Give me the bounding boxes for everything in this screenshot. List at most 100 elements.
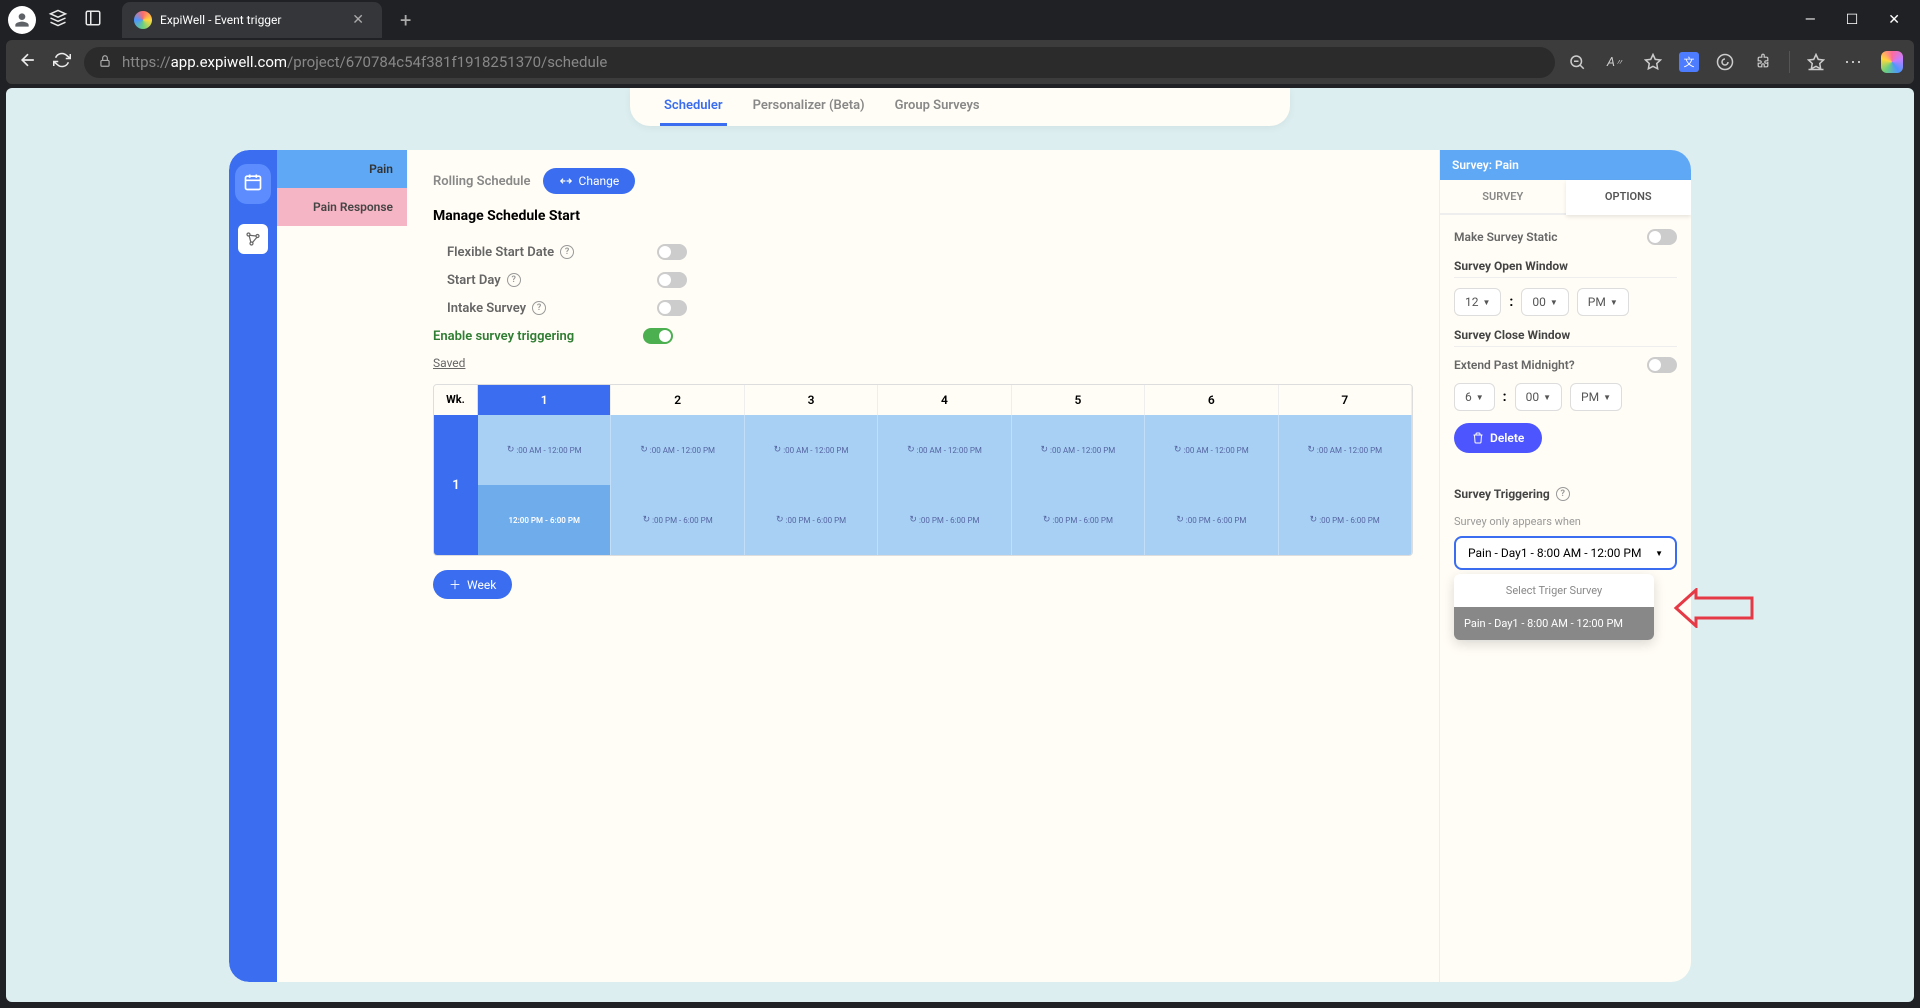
new-tab-button[interactable]: + [400, 8, 411, 32]
tab-personalizer[interactable]: Personalizer (Beta) [749, 88, 869, 126]
trigger-dropdown: Select Triger Survey Pain - Day1 - 8:00 … [1454, 574, 1654, 640]
intake-survey-label: Intake Survey? [447, 301, 546, 316]
start-day-toggle[interactable] [657, 272, 687, 288]
refresh-button[interactable] [50, 51, 74, 73]
appears-when-label: Survey only appears when [1454, 515, 1677, 528]
day-header-3[interactable]: 3 [745, 385, 878, 415]
layout-icon[interactable] [80, 5, 106, 35]
tab-title: ExpiWell - Event trigger [160, 13, 346, 27]
time-slot[interactable]: ↻:00 PM - 6:00 PM [878, 485, 1010, 555]
flexible-start-label: Flexible Start Date? [447, 245, 574, 260]
help-icon[interactable]: ? [532, 301, 546, 315]
open-minute-select[interactable]: 00▼ [1521, 288, 1568, 316]
browser-tab[interactable]: ExpiWell - Event trigger ✕ [122, 2, 382, 38]
sidebar-item-pain[interactable]: Pain [277, 150, 407, 188]
zoom-icon[interactable] [1565, 50, 1589, 74]
left-rail [229, 150, 277, 982]
make-static-label: Make Survey Static [1454, 230, 1558, 244]
more-icon[interactable]: ⋯ [1842, 50, 1866, 74]
flexible-start-toggle[interactable] [657, 244, 687, 260]
time-slot[interactable]: ↻:00 AM - 12:00 PM [1279, 415, 1411, 485]
close-icon[interactable]: ✕ [346, 10, 370, 30]
day-header-6[interactable]: 6 [1145, 385, 1278, 415]
extend-midnight-toggle[interactable] [1647, 357, 1677, 373]
maximize-button[interactable]: ☐ [1840, 10, 1865, 30]
close-minute-select[interactable]: 00▼ [1515, 383, 1562, 411]
extensions-icon[interactable] [1751, 50, 1775, 74]
time-slot[interactable]: ↻:00 AM - 12:00 PM [1012, 415, 1144, 485]
week-header: Wk. [434, 385, 478, 415]
profile-avatar[interactable] [8, 6, 36, 34]
time-slot-selected[interactable]: 12:00 PM - 6:00 PM [478, 485, 610, 555]
day-header-4[interactable]: 4 [878, 385, 1011, 415]
right-panel: Survey: Pain SURVEY OPTIONS Make Survey … [1439, 150, 1691, 982]
time-slot[interactable]: ↻:00 AM - 12:00 PM [1145, 415, 1277, 485]
sidebar-item-pain-response[interactable]: Pain Response [277, 188, 407, 226]
translate-icon[interactable]: 文 [1679, 52, 1699, 72]
time-slot[interactable]: ↻:00 AM - 12:00 PM [478, 415, 610, 485]
day-header-1[interactable]: 1 [478, 385, 611, 415]
time-slot[interactable]: ↻:00 PM - 6:00 PM [1145, 485, 1277, 555]
url-text: https://app.expiwell.com/project/670784c… [122, 53, 607, 71]
tab-options[interactable]: OPTIONS [1566, 180, 1692, 215]
change-button[interactable]: Change [543, 168, 636, 194]
saved-label: Saved [433, 356, 1413, 370]
close-ampm-select[interactable]: PM▼ [1570, 383, 1622, 411]
trigger-select[interactable]: Pain - Day1 - 8:00 AM - 12:00 PM▼ [1454, 536, 1677, 570]
add-week-button[interactable]: ＋ Week [433, 570, 512, 599]
time-slot[interactable]: ↻:00 AM - 12:00 PM [878, 415, 1010, 485]
lock-icon [98, 53, 112, 72]
time-slot[interactable]: ↻:00 PM - 6:00 PM [745, 485, 877, 555]
survey-list: Pain Pain Response [277, 150, 407, 982]
open-ampm-select[interactable]: PM▼ [1577, 288, 1629, 316]
copilot-icon[interactable] [1880, 50, 1904, 74]
open-window-label: Survey Open Window [1454, 259, 1677, 278]
page-viewport: Scheduler Personalizer (Beta) Group Surv… [6, 88, 1914, 1002]
manage-schedule-title: Manage Schedule Start [433, 208, 1413, 224]
close-window-label: Survey Close Window [1454, 328, 1677, 347]
time-slot[interactable]: ↻:00 AM - 12:00 PM [611, 415, 743, 485]
graph-icon[interactable] [238, 224, 268, 254]
minimize-button[interactable]: — [1799, 10, 1822, 30]
intake-survey-toggle[interactable] [657, 300, 687, 316]
dropdown-header: Select Triger Survey [1454, 574, 1654, 607]
panel-header: Survey: Pain [1440, 150, 1691, 180]
time-slot[interactable]: ↻:00 PM - 6:00 PM [611, 485, 743, 555]
extend-midnight-label: Extend Past Midnight? [1454, 358, 1575, 372]
time-slot[interactable]: ↻:00 PM - 6:00 PM [1279, 485, 1411, 555]
favorites-icon[interactable] [1641, 50, 1665, 74]
help-icon[interactable]: ? [560, 245, 574, 259]
day-header-7[interactable]: 7 [1279, 385, 1412, 415]
enable-triggering-toggle[interactable] [643, 328, 673, 344]
day-header-5[interactable]: 5 [1012, 385, 1145, 415]
workspaces-icon[interactable] [44, 4, 72, 36]
tab-scheduler[interactable]: Scheduler [660, 88, 727, 126]
rolling-schedule-label: Rolling Schedule [433, 174, 531, 189]
grammarly-icon[interactable] [1713, 50, 1737, 74]
delete-button[interactable]: Delete [1454, 423, 1542, 453]
favorites-bar-icon[interactable] [1804, 50, 1828, 74]
close-hour-select[interactable]: 6▼ [1454, 383, 1495, 411]
open-hour-select[interactable]: 12▼ [1454, 288, 1501, 316]
tab-favicon [134, 11, 152, 29]
text-size-icon[interactable]: A〃 [1603, 50, 1627, 74]
help-icon[interactable]: ? [1556, 487, 1570, 501]
center-panel: Rolling Schedule Change Manage Schedule … [407, 150, 1439, 982]
tab-survey[interactable]: SURVEY [1440, 180, 1566, 215]
make-static-toggle[interactable] [1647, 229, 1677, 245]
close-button[interactable]: ✕ [1882, 10, 1906, 30]
main-card: Pain Pain Response Rolling Schedule Chan… [229, 150, 1691, 982]
top-tabs: Scheduler Personalizer (Beta) Group Surv… [630, 88, 1290, 126]
day-header-2[interactable]: 2 [611, 385, 744, 415]
help-icon[interactable]: ? [507, 273, 521, 287]
dropdown-option[interactable]: Pain - Day1 - 8:00 AM - 12:00 PM [1454, 607, 1654, 640]
tab-group-surveys[interactable]: Group Surveys [891, 88, 984, 126]
survey-triggering-label: Survey Triggering [1454, 487, 1550, 501]
time-slot[interactable]: ↻:00 AM - 12:00 PM [745, 415, 877, 485]
time-slot[interactable]: ↻:00 PM - 6:00 PM [1012, 485, 1144, 555]
address-bar[interactable]: https://app.expiwell.com/project/670784c… [84, 47, 1555, 78]
start-day-label: Start Day? [447, 273, 521, 288]
calendar-icon[interactable] [235, 164, 271, 204]
window-titlebar: ExpiWell - Event trigger ✕ + — ☐ ✕ [0, 0, 1920, 40]
back-button[interactable] [16, 50, 40, 74]
